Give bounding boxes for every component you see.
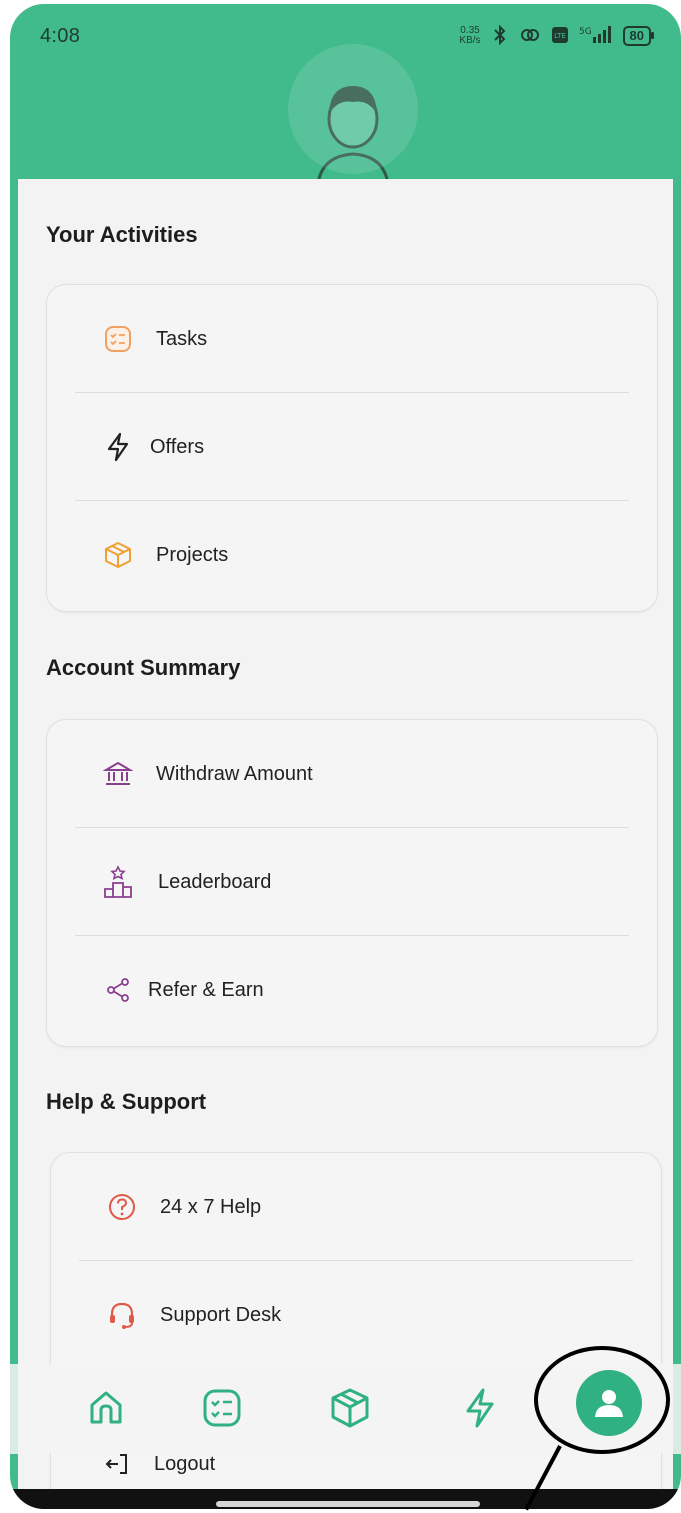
- profile-content: Your Activities Tasks Offers Projects Ac…: [18, 179, 673, 1509]
- menu-item-refer[interactable]: Refer & Earn: [47, 936, 657, 1044]
- menu-item-label: Refer & Earn: [148, 978, 264, 1001]
- box-icon: [331, 1388, 369, 1428]
- menu-item-help[interactable]: 24 x 7 Help: [51, 1153, 661, 1261]
- lightning-icon: [102, 431, 134, 463]
- status-time: 4:08: [40, 24, 81, 47]
- lightning-icon: [466, 1388, 494, 1428]
- status-icons: 0.35 KB/s LTE 5G 80: [459, 24, 655, 48]
- menu-item-label: 24 x 7 Help: [160, 1195, 262, 1218]
- box-icon: [102, 539, 134, 571]
- hotspot-icon: [519, 26, 541, 47]
- menu-item-label: Withdraw Amount: [156, 762, 313, 785]
- logout-icon: [102, 1449, 132, 1479]
- network-speed: 0.35 KB/s: [459, 25, 481, 46]
- activities-card: Tasks Offers Projects: [46, 284, 658, 612]
- section-title-help: Help & Support: [46, 1089, 207, 1114]
- menu-item-label: Support Desk: [160, 1303, 282, 1326]
- nav-offers[interactable]: [452, 1380, 508, 1436]
- network-type: 5G: [579, 27, 592, 37]
- section-title-account: Account Summary: [46, 655, 241, 680]
- menu-item-offers[interactable]: Offers: [47, 393, 657, 501]
- menu-item-tasks[interactable]: Tasks: [47, 285, 657, 393]
- menu-item-label: Leaderboard: [158, 870, 272, 893]
- annotation-circle: [534, 1346, 670, 1454]
- bank-icon: [102, 758, 134, 790]
- bluetooth-icon: [491, 24, 509, 48]
- battery-indicator: 80: [622, 26, 655, 46]
- phone-screen: 4:08 0.35 KB/s LTE 5G 80 Your Activities…: [10, 4, 681, 1509]
- tasks-icon: [102, 323, 134, 355]
- menu-item-withdraw[interactable]: Withdraw Amount: [47, 720, 657, 828]
- question-icon: [106, 1191, 138, 1223]
- signal-icon: 5G: [579, 25, 613, 48]
- headset-icon: [106, 1299, 138, 1331]
- svg-text:LTE: LTE: [554, 32, 566, 40]
- menu-item-label: Offers: [150, 435, 205, 458]
- logout-label: Logout: [154, 1452, 216, 1475]
- section-title-activities: Your Activities: [46, 222, 198, 247]
- home-icon: [90, 1391, 122, 1424]
- nav-home[interactable]: [78, 1380, 134, 1436]
- menu-item-label: Projects: [156, 543, 229, 566]
- nav-tasks[interactable]: [194, 1380, 250, 1436]
- home-indicator[interactable]: [216, 1501, 480, 1507]
- share-icon: [102, 974, 134, 1006]
- volte-icon: LTE: [551, 26, 569, 47]
- nav-projects[interactable]: [322, 1380, 378, 1436]
- menu-item-label: Tasks: [156, 327, 208, 350]
- menu-item-logout[interactable]: Logout: [102, 1449, 215, 1479]
- menu-item-leaderboard[interactable]: Leaderboard: [47, 828, 657, 936]
- podium-icon: [102, 865, 134, 898]
- menu-item-projects[interactable]: Projects: [47, 501, 657, 609]
- account-card: Withdraw Amount Leaderboard Refer & Earn: [46, 719, 658, 1047]
- profile-avatar[interactable]: [288, 44, 418, 184]
- tasks-icon: [203, 1389, 241, 1427]
